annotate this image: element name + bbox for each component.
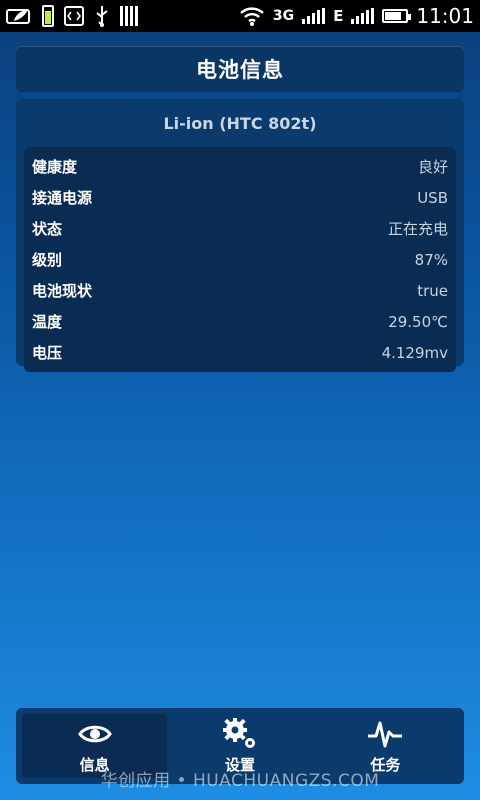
info-row-voltage: 电压 4.129mv [24,337,456,368]
network-type-label: 3G [272,8,295,24]
battery-icon [382,9,412,23]
signal-strength-2-icon [351,8,375,24]
info-label: 接通电源 [32,189,93,207]
watermark: 华创应用 • HUACHUANGZS.COM [100,771,380,791]
info-label: 健康度 [32,158,78,176]
gear-icon [221,717,259,750]
info-row-temperature: 温度 29.50℃ [24,306,456,337]
info-row-present: 电池现状 true [24,275,456,306]
info-value: 4.129mv [381,343,448,362]
status-bar: 3G E 11:01 [0,0,480,32]
info-row-health: 健康度 良好 [24,151,456,182]
info-row-status: 状态 正在充电 [24,213,456,244]
info-label: 状态 [32,220,63,238]
usb-icon [94,5,110,27]
info-label: 电池现状 [32,282,93,300]
info-value: 正在充电 [387,220,448,238]
info-row-power-source: 接通电源 USB [24,182,456,213]
info-value: 29.50℃ [388,312,448,331]
pulse-icon [367,718,403,750]
info-value: 87% [414,250,448,269]
page-title-bar: 电池信息 [16,46,464,92]
info-label: 电压 [32,344,63,362]
signal-strength-icon [302,8,326,24]
battery-charging-icon [42,5,54,27]
info-value: USB [417,188,448,207]
data-type-label: E [333,6,344,25]
leaf-card-icon [6,7,32,25]
wifi-icon [239,5,265,27]
info-value: true [417,281,448,300]
storage-icon [120,6,138,26]
page-title: 电池信息 [196,58,284,82]
info-label: 温度 [32,313,63,331]
battery-info-table: 健康度 良好 接通电源 USB 状态 正在充电 级别 87% 电池现状 true… [24,147,456,372]
status-clock: 11:01 [416,4,474,28]
code-icon [64,6,84,26]
eye-icon [77,718,112,750]
info-row-level: 级别 87% [24,244,456,275]
battery-model: Li-ion (HTC 802t) [163,113,317,133]
battery-info-panel: Li-ion (HTC 802t) 健康度 良好 接通电源 USB 状态 正在充… [16,99,464,372]
info-value: 良好 [417,158,448,176]
info-label: 级别 [32,251,63,269]
